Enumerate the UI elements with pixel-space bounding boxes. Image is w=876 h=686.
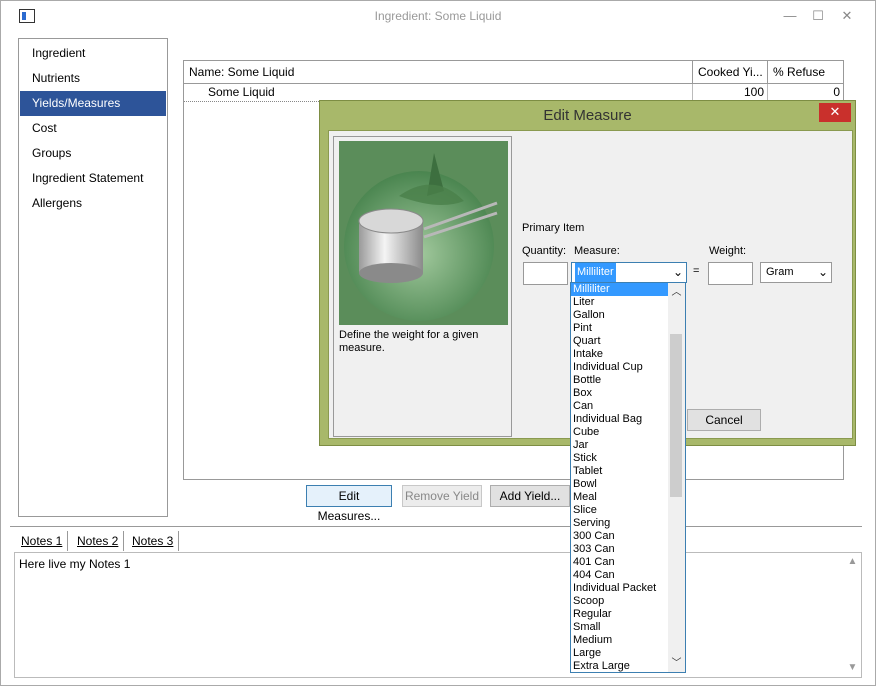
- column-header-cooked-yield[interactable]: Cooked Yi...: [693, 61, 768, 84]
- scroll-thumb[interactable]: [670, 334, 682, 497]
- equals-sign: =: [693, 265, 700, 277]
- chevron-down-icon: ⌄: [672, 265, 683, 279]
- title-bar: Ingredient: Some Liquid — ☐ ✕: [1, 1, 875, 31]
- tab-notes-2[interactable]: Notes 2: [72, 531, 125, 551]
- dialog-title: Edit Measure: [543, 107, 632, 124]
- dropdown-scrollbar[interactable]: ︿ ﹀: [668, 283, 685, 672]
- cell-refuse: 0: [833, 85, 840, 99]
- primary-item-label: Primary Item: [522, 222, 585, 234]
- add-yield-button[interactable]: Add Yield...: [490, 485, 570, 507]
- notes-textarea[interactable]: Here live my Notes 1 ▲ ▼: [14, 552, 862, 678]
- notes-scrollbar[interactable]: ▲ ▼: [844, 553, 861, 677]
- pot-illustration: [339, 141, 508, 325]
- column-header-name[interactable]: Name: Some Liquid: [184, 61, 693, 84]
- quantity-label: Quantity:: [522, 245, 567, 257]
- info-text: Define the weight for a given measure.: [339, 329, 479, 354]
- cancel-button[interactable]: Cancel: [687, 409, 761, 431]
- grid-header: Name: Some Liquid Cooked Yi... % Refuse: [184, 61, 843, 84]
- weight-input[interactable]: [708, 262, 753, 285]
- column-header-refuse[interactable]: % Refuse: [768, 61, 843, 84]
- tab-notes-1[interactable]: Notes 1: [16, 531, 69, 551]
- splitter[interactable]: [10, 526, 862, 528]
- chevron-down-icon: ⌄: [817, 265, 828, 279]
- weight-unit-select[interactable]: Gram ⌄: [760, 262, 832, 283]
- scroll-down-icon[interactable]: ﹀: [668, 657, 685, 671]
- remove-yield-button[interactable]: Remove Yield: [402, 485, 482, 507]
- weight-label: Weight:: [709, 245, 747, 257]
- measure-select-value: Milliliter: [575, 263, 616, 282]
- measure-label: Measure:: [574, 245, 620, 257]
- weight-unit-value: Gram: [766, 266, 794, 278]
- sidebar-item-ingredient-statement[interactable]: Ingredient Statement: [20, 166, 166, 191]
- cell-name: Some Liquid: [184, 84, 693, 101]
- dialog-close-button[interactable]: ✕: [819, 103, 851, 122]
- notes-text: Here live my Notes 1: [19, 557, 131, 571]
- sidebar-item-nutrients[interactable]: Nutrients: [20, 66, 166, 91]
- sidebar-item-ingredient[interactable]: Ingredient: [20, 41, 166, 66]
- maximize-button[interactable]: ☐: [806, 5, 830, 27]
- sidebar-item-yields-measures[interactable]: Yields/Measures: [20, 91, 166, 116]
- scroll-down-icon[interactable]: ▼: [844, 661, 861, 675]
- scroll-up-icon[interactable]: ▲: [844, 555, 861, 569]
- pot-image-icon: [339, 141, 508, 325]
- edit-measures-button[interactable]: Edit Measures...: [306, 485, 392, 523]
- sidebar-item-groups[interactable]: Groups: [20, 141, 166, 166]
- measure-select[interactable]: Milliliter ⌄: [571, 262, 687, 283]
- sidebar-item-cost[interactable]: Cost: [20, 116, 166, 141]
- scroll-up-icon[interactable]: ︿: [668, 286, 685, 300]
- notes-panel: Notes 1 Notes 2 Notes 3 Here live my Not…: [10, 530, 862, 680]
- quantity-input[interactable]: [523, 262, 568, 285]
- sidebar-nav: Ingredient Nutrients Yields/Measures Cos…: [18, 38, 168, 517]
- window-title: Ingredient: Some Liquid: [374, 9, 502, 23]
- sidebar-item-allergens[interactable]: Allergens: [20, 191, 166, 216]
- minimize-button[interactable]: —: [778, 5, 802, 27]
- tab-notes-3[interactable]: Notes 3: [127, 531, 180, 551]
- cell-cooked-yield: 100: [693, 84, 768, 101]
- measure-dropdown-list[interactable]: Milliliter Liter Gallon Pint Quart Intake Indi…: [570, 282, 686, 673]
- info-panel: Define the weight for a given measure.: [333, 136, 512, 437]
- close-button[interactable]: ✕: [835, 5, 859, 27]
